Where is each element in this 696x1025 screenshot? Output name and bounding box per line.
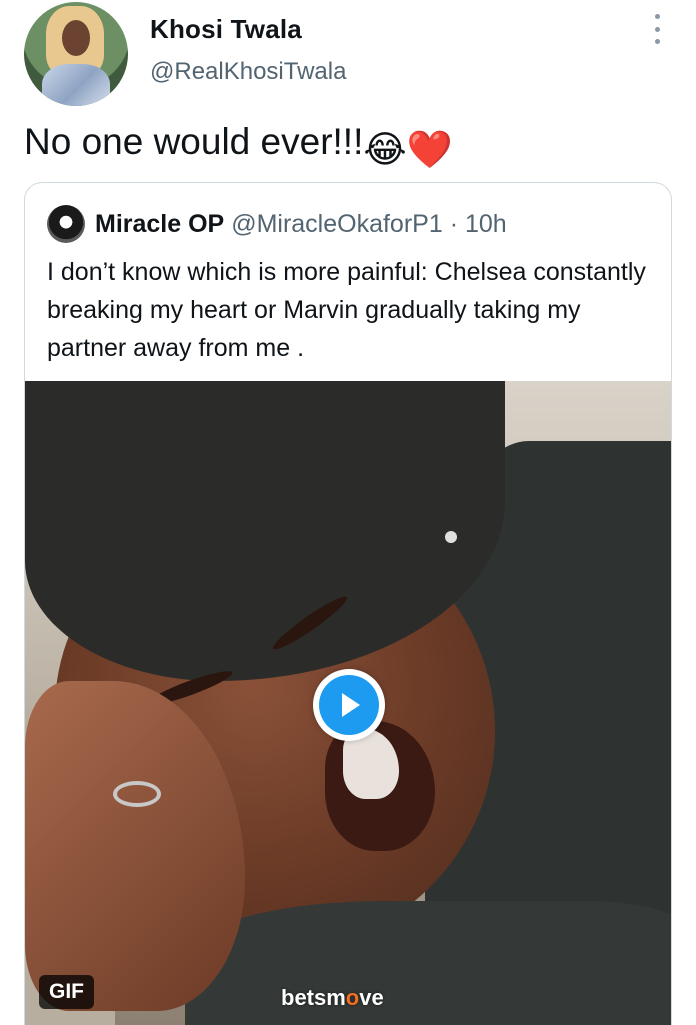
- quoted-tweet-card[interactable]: Miracle OP @MiracleOkaforP1 · 10h I don’…: [24, 182, 672, 1025]
- play-icon[interactable]: [319, 675, 379, 735]
- watermark-text-accent: o: [345, 985, 360, 1010]
- author-name[interactable]: Khosi Twala: [150, 14, 302, 45]
- author-handle[interactable]: @RealKhosiTwala: [150, 58, 346, 86]
- betsmove-watermark: betsmove: [281, 985, 384, 1011]
- quoted-author-name: Miracle OP: [95, 210, 225, 238]
- more-vertical-icon[interactable]: [648, 14, 666, 44]
- author-avatar[interactable]: [24, 2, 128, 106]
- gif-earring: [445, 531, 457, 543]
- quoted-tweet-time: 10h: [464, 210, 507, 238]
- watermark-text-start: betsm: [281, 985, 346, 1010]
- watermark-text-end: ve: [359, 985, 384, 1010]
- avatar-face: [62, 20, 90, 56]
- quoted-author-handle: @MiracleOkaforP1: [231, 210, 443, 238]
- gif-ring: [113, 781, 161, 807]
- play-button[interactable]: [313, 669, 385, 741]
- time-separator: ·: [442, 210, 465, 238]
- quoted-tweet-header: Miracle OP @MiracleOkaforP1 · 10h: [95, 205, 507, 243]
- tweet-text-body: No one would ever!!!: [24, 121, 364, 162]
- gif-badge: GIF: [39, 975, 94, 1009]
- laughing-emoji-icon: 😂: [363, 129, 407, 170]
- quoted-tweet-text: I don’t know which is more painful: Chel…: [47, 258, 646, 362]
- quoted-author-avatar: [47, 205, 85, 243]
- heart-emoji-icon: ❤️: [406, 129, 453, 170]
- gif-sweater-lower: [185, 901, 671, 1025]
- tweet-text: No one would ever!!!😂❤️: [24, 120, 453, 172]
- quoted-tweet-gif[interactable]: GIF betsmove: [25, 381, 671, 1025]
- avatar-dress: [42, 64, 110, 106]
